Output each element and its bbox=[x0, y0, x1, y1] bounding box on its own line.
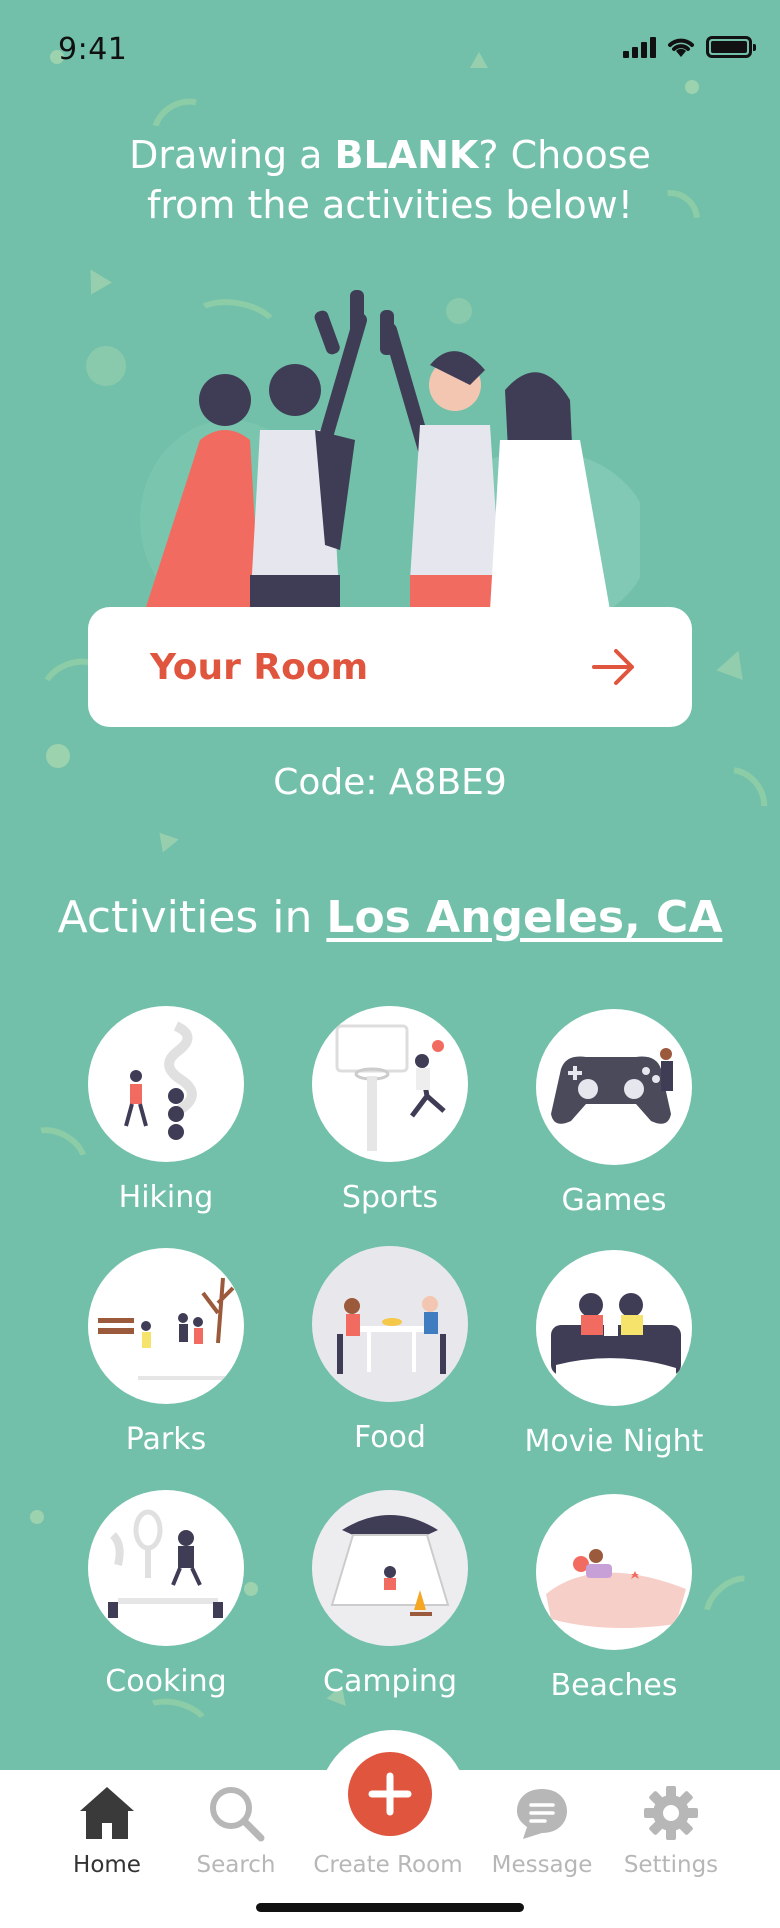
message-icon bbox=[517, 1789, 567, 1839]
activity-hiking[interactable]: Hiking bbox=[66, 1006, 266, 1215]
activity-games[interactable]: Games bbox=[514, 1009, 714, 1218]
nav-create-room[interactable]: Create Room bbox=[298, 1782, 478, 1878]
headline-suffix: ? Choose bbox=[478, 133, 651, 177]
home-screen: 9:41 Drawing a BLANK? Choose from the ac… bbox=[0, 0, 780, 1928]
activity-label: Hiking bbox=[118, 1180, 214, 1215]
gear-icon bbox=[644, 1786, 698, 1840]
activity-movie-night[interactable]: Movie Night bbox=[514, 1250, 714, 1459]
friends-toasting-illustration bbox=[140, 290, 640, 610]
status-icons bbox=[623, 34, 756, 60]
headline-bold: BLANK bbox=[334, 133, 479, 177]
nav-label: Message bbox=[491, 1852, 593, 1878]
confetti-decoration bbox=[0, 0, 780, 1750]
basketball-icon bbox=[335, 1024, 446, 1151]
activity-label: Cooking bbox=[105, 1664, 227, 1699]
activity-label: Movie Night bbox=[524, 1424, 704, 1459]
room-code: Code: A8BE9 bbox=[273, 762, 507, 803]
park-icon bbox=[98, 1277, 235, 1380]
tent-icon bbox=[330, 1515, 450, 1616]
home-indicator bbox=[256, 1903, 524, 1912]
activity-cooking[interactable]: Cooking bbox=[66, 1490, 266, 1699]
gamepad-icon bbox=[551, 1048, 673, 1124]
activity-camping[interactable]: Camping bbox=[290, 1490, 490, 1699]
status-time: 9:41 bbox=[58, 32, 128, 67]
wifi-icon bbox=[668, 38, 694, 57]
headline-prefix: Drawing a bbox=[129, 133, 335, 177]
nav-label: Home bbox=[73, 1852, 141, 1878]
hiking-icon bbox=[124, 1021, 197, 1140]
home-icon bbox=[80, 1787, 134, 1839]
your-room-label: Your Room bbox=[150, 646, 369, 688]
movie-night-icon bbox=[551, 1293, 681, 1380]
nav-label: Create Room bbox=[313, 1852, 463, 1878]
activity-label: Sports bbox=[341, 1180, 439, 1215]
activity-label: Camping bbox=[323, 1664, 457, 1699]
nav-label: Settings bbox=[623, 1852, 719, 1878]
headline-line2: from the activities below! bbox=[147, 183, 633, 227]
headline: Drawing a BLANK? Choose from the activit… bbox=[0, 130, 780, 230]
activity-label: Beaches bbox=[550, 1668, 678, 1703]
nav-message[interactable]: Message bbox=[472, 1782, 612, 1878]
activity-beaches[interactable]: Beaches bbox=[514, 1494, 714, 1703]
cooking-icon bbox=[108, 1509, 223, 1618]
location-link[interactable]: Los Angeles, CA bbox=[326, 892, 722, 943]
nav-search[interactable]: Search bbox=[166, 1782, 306, 1878]
battery-icon bbox=[706, 36, 756, 58]
search-icon bbox=[210, 1787, 265, 1842]
activities-title: Activities in Los Angeles, CA bbox=[0, 892, 780, 943]
activity-food[interactable]: Food bbox=[290, 1246, 490, 1455]
beach-icon bbox=[546, 1549, 686, 1628]
your-room-button[interactable]: Your Room bbox=[88, 607, 692, 727]
activities-title-prefix: Activities in bbox=[57, 892, 327, 943]
activity-parks[interactable]: Parks bbox=[66, 1248, 266, 1457]
activity-sports[interactable]: Sports bbox=[290, 1006, 490, 1215]
nav-label: Search bbox=[196, 1852, 276, 1878]
nav-settings[interactable]: Settings bbox=[601, 1782, 741, 1878]
activity-label: Games bbox=[561, 1183, 667, 1218]
arrow-right-icon bbox=[592, 649, 634, 685]
activity-label: Food bbox=[354, 1420, 426, 1455]
cellular-signal-icon bbox=[623, 36, 656, 58]
activity-label: Parks bbox=[125, 1422, 207, 1457]
dining-icon bbox=[337, 1296, 446, 1374]
nav-home[interactable]: Home bbox=[37, 1782, 177, 1878]
